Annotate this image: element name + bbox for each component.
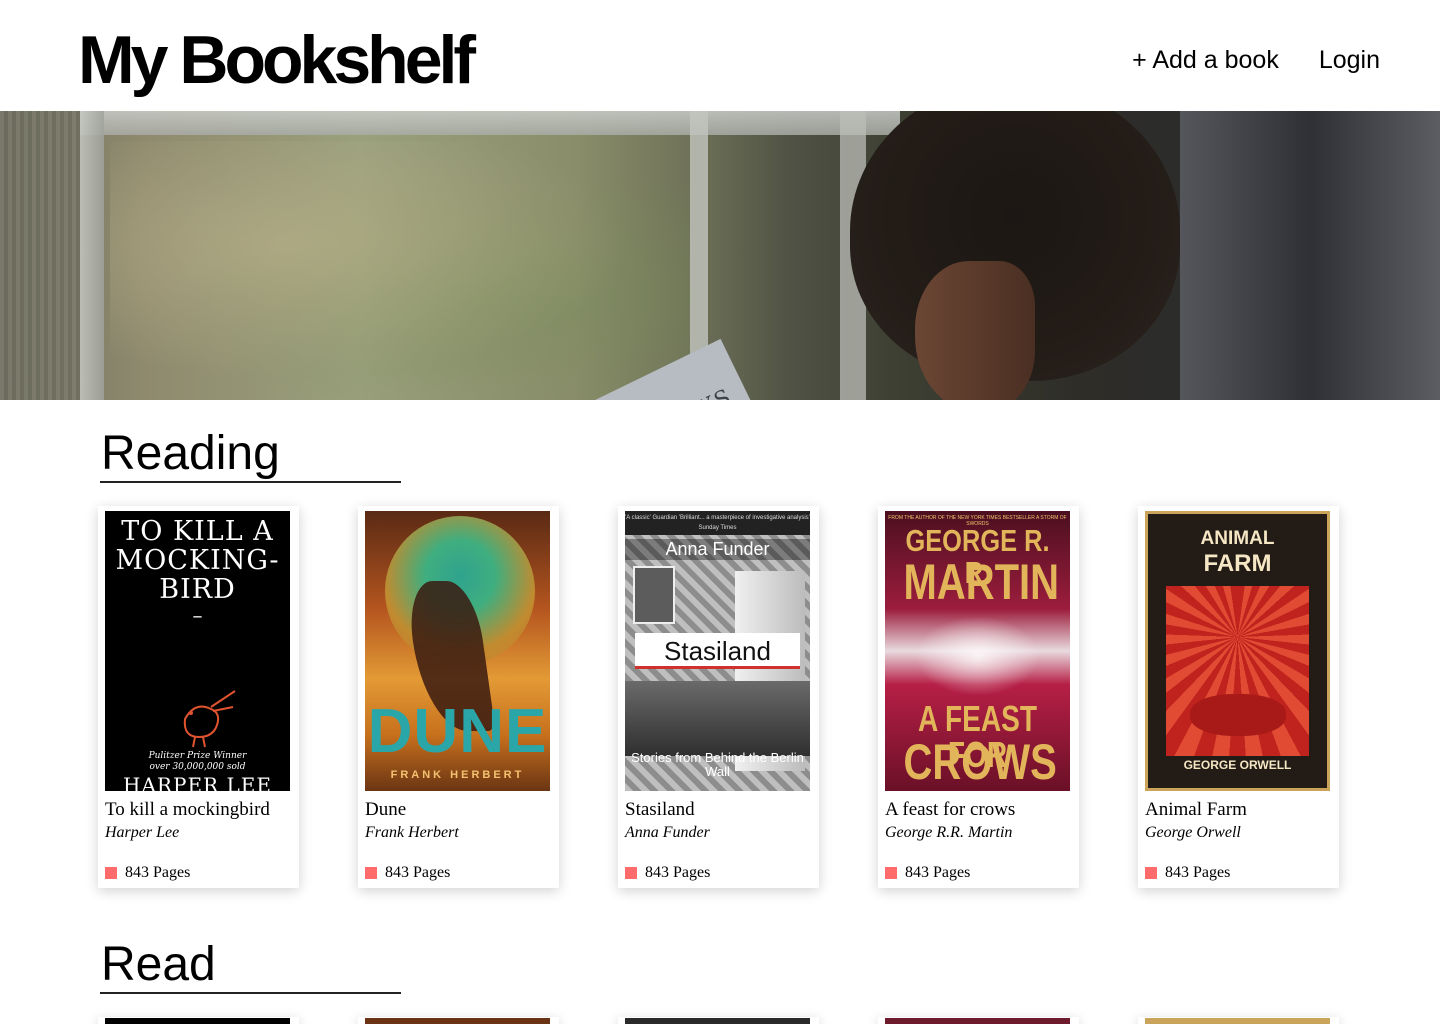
book-title[interactable]: A feast for crows [885, 798, 1015, 822]
book-cover [105, 1018, 290, 1024]
section-title-reading: Reading [101, 427, 280, 480]
cover-author: GEORGE ORWELL [1183, 758, 1292, 772]
pages-count: 843 Pages [125, 864, 191, 881]
book-cover [885, 1018, 1070, 1024]
eagle-emblem-icon [915, 616, 1040, 696]
hero-window-view [110, 141, 690, 400]
bird-illustration [183, 690, 236, 748]
cover-dash: – [192, 603, 203, 627]
book-cover: DUNE FRANK HERBERT [365, 511, 550, 791]
cover-title-line1: ANIMAL [1200, 528, 1275, 549]
book-card[interactable] [358, 1017, 559, 1024]
pages-count: 843 Pages [905, 864, 971, 881]
hero-wall [1180, 111, 1440, 400]
cover-title: Stasiland [635, 633, 800, 669]
book-author: George Orwell [1145, 824, 1241, 841]
cover-quote: 'A classic' Guardian 'Brilliant... a mas… [625, 511, 810, 535]
hero-blinds [0, 111, 80, 400]
book-pages: 843 Pages [1145, 863, 1230, 883]
cover-author: FRANK HERBERT [390, 769, 525, 781]
section-title-read: Read [101, 938, 216, 991]
pages-marker-icon [885, 867, 897, 879]
book-cover: ANIMAL FARM GEORGE ORWELL [1145, 511, 1330, 791]
pages-marker-icon [1145, 867, 1157, 879]
book-cover [365, 1018, 550, 1024]
add-book-link[interactable]: + Add a book [1132, 42, 1279, 78]
book-author: Anna Funder [625, 824, 710, 841]
book-card[interactable]: 'A classic' Guardian 'Brilliant... a mas… [618, 506, 819, 888]
hero-image: 101 ESSAYS [0, 111, 1440, 400]
cover-title: TO KILL A MOCKING- BIRD [115, 516, 280, 605]
book-card[interactable] [878, 1017, 1079, 1024]
cover-author: Anna Funder [625, 539, 810, 560]
book-card[interactable]: DUNE FRANK HERBERT Dune Frank Herbert 84… [358, 506, 559, 888]
book-card[interactable] [1138, 1017, 1339, 1024]
cover-photo [625, 681, 810, 756]
book-author: George R.R. Martin [885, 824, 1013, 841]
book-pages: 843 Pages [105, 863, 190, 883]
pages-count: 843 Pages [1165, 864, 1231, 881]
cover-subtitle: Stories from Behind the Berlin Wall [631, 750, 804, 779]
site-logo[interactable]: My Bookshelf [78, 20, 476, 100]
pages-count: 843 Pages [645, 864, 711, 881]
cover-author-line2: MARTIN [903, 554, 1060, 610]
book-pages: 843 Pages [625, 863, 710, 883]
section-divider [100, 992, 401, 994]
pig-icon [1190, 694, 1286, 736]
pages-count: 843 Pages [385, 864, 451, 881]
hero-window-frame [80, 111, 900, 135]
pages-marker-icon [365, 867, 377, 879]
cover-portrait [633, 566, 675, 624]
cover-title-line2: FARM [1203, 550, 1272, 577]
book-card[interactable] [98, 1017, 299, 1024]
cover-title: DUNE [367, 697, 548, 766]
cover-prize: Pulitzer Prize Winner over 30,000,000 so… [105, 751, 290, 773]
hero-window-frame [80, 111, 104, 400]
book-cover [1145, 1018, 1330, 1024]
hero-reader-face [915, 261, 1035, 400]
cover-prize-line: Pulitzer Prize Winner [148, 751, 247, 761]
book-pages: 843 Pages [365, 863, 450, 883]
book-cover [625, 1018, 810, 1024]
site-header: My Bookshelf + Add a book Login [0, 0, 1440, 111]
book-author: Harper Lee [105, 824, 180, 841]
cover-title-line2: CROWS [903, 734, 1057, 790]
book-title[interactable]: Stasiland [625, 798, 695, 822]
book-card[interactable]: TO KILL A MOCKING- BIRD – Pulitzer Prize… [98, 506, 299, 888]
book-pages: 843 Pages [885, 863, 970, 883]
cover-sold-line: over 30,000,000 sold [149, 762, 246, 772]
top-nav: + Add a book Login [1132, 42, 1380, 78]
cover-author: HARPER LEE [123, 773, 272, 791]
section-divider [100, 481, 401, 483]
book-cover: TO KILL A MOCKING- BIRD – Pulitzer Prize… [105, 511, 290, 791]
book-card[interactable] [618, 1017, 819, 1024]
book-cover: FROM THE AUTHOR OF THE NEW YORK TIMES BE… [885, 511, 1070, 791]
book-card[interactable]: ANIMAL FARM GEORGE ORWELL Animal Farm Ge… [1138, 506, 1339, 888]
book-title[interactable]: To kill a mockingbird [105, 798, 270, 822]
book-title[interactable]: Animal Farm [1145, 798, 1247, 822]
pages-marker-icon [625, 867, 637, 879]
login-link[interactable]: Login [1319, 42, 1380, 78]
pages-marker-icon [105, 867, 117, 879]
book-title[interactable]: Dune [365, 798, 406, 822]
book-cover: 'A classic' Guardian 'Brilliant... a mas… [625, 511, 810, 791]
book-author: Frank Herbert [365, 824, 459, 841]
book-card[interactable]: FROM THE AUTHOR OF THE NEW YORK TIMES BE… [878, 506, 1079, 888]
